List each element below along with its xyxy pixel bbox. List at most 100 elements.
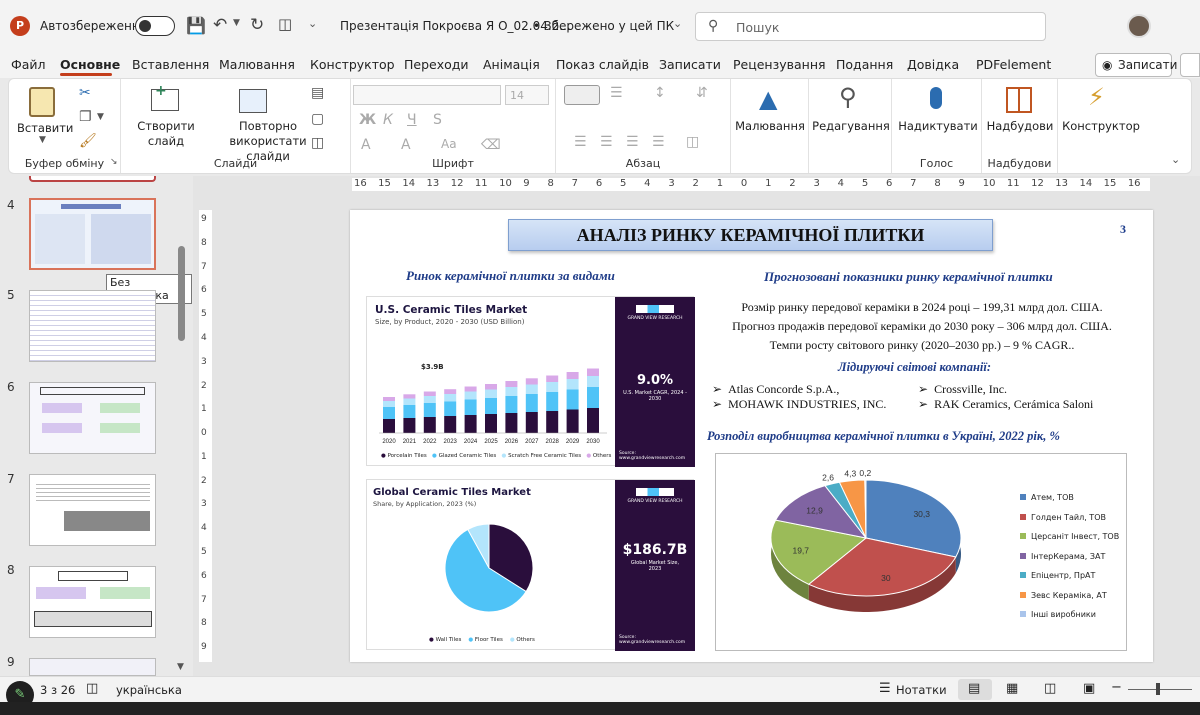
thumbnail-slide-6[interactable] (29, 382, 156, 454)
bar-2020-1 (383, 407, 395, 419)
ruler-tick: 5 (861, 178, 869, 189)
font-size-select[interactable]: 14 (505, 85, 549, 105)
menu-view[interactable]: Подання (836, 57, 893, 72)
text-direction-icon[interactable]: ⇵ (696, 85, 708, 101)
find-icon[interactable]: ⚲ (839, 83, 857, 111)
layout-icon[interactable]: ▤ (311, 85, 324, 101)
font-color-icon[interactable]: A (361, 137, 371, 153)
menu-help[interactable]: Довідка (907, 57, 959, 72)
menu-home[interactable]: Основне (60, 57, 120, 72)
customize-qat-icon[interactable]: ⌄ (308, 17, 317, 30)
align-left-icon[interactable]: ☰ (574, 134, 587, 150)
thumbnail-slide-5[interactable] (29, 290, 156, 362)
scroll-down-icon[interactable]: ▼ (177, 662, 184, 672)
format-painter-icon[interactable]: 🖌 (79, 133, 97, 149)
designer-button[interactable]: Конструктор (1060, 119, 1142, 134)
save-status-chevron-icon[interactable]: ⌄ (673, 17, 682, 30)
align-right-icon[interactable]: ☰ (626, 134, 639, 150)
present-icon[interactable]: ◫ (278, 15, 292, 33)
slide-counter: 3 з 26 (40, 683, 76, 697)
columns-icon[interactable]: ◫ (686, 134, 699, 150)
search-input[interactable]: ⚲ Пошук (695, 12, 1046, 41)
thumbnail-slide-4[interactable] (29, 198, 156, 270)
paste-button[interactable]: Вставити (17, 121, 73, 136)
thumbnail-slide-8[interactable] (29, 566, 156, 638)
menu-file[interactable]: Файл (11, 57, 46, 72)
clipboard-launcher-icon[interactable]: ↘ (110, 157, 118, 167)
menu-slideshow[interactable]: Показ слайдів (556, 57, 649, 72)
slide-sorter-icon[interactable]: ▦ (1006, 681, 1018, 696)
ruler-tick: 4 (837, 178, 844, 189)
font-name-select[interactable] (353, 85, 501, 105)
bar-2020-3 (383, 397, 395, 401)
menu-design[interactable]: Конструктор (310, 57, 395, 72)
slideshow-view-icon[interactable]: ▣ (1083, 681, 1095, 696)
highlight-icon[interactable]: A (401, 137, 411, 153)
avatar[interactable] (1127, 14, 1151, 38)
ribbon-collapse-icon[interactable]: ⌄ (1171, 153, 1180, 166)
cut-icon[interactable]: ✂ (79, 85, 91, 101)
drawing-shapes-icon[interactable]: ▲ (759, 85, 777, 113)
copy-dropdown-icon[interactable]: ▼ (97, 112, 104, 122)
ua-legend-label: ІнтерКерама, ЗАТ (1031, 551, 1106, 561)
drawing-button[interactable]: Малювання (735, 119, 805, 134)
redo-icon[interactable]: ↻ (250, 15, 264, 35)
paste-icon[interactable] (29, 87, 55, 117)
dictate-button[interactable]: Надиктувати (896, 119, 980, 134)
menu-transitions[interactable]: Переходи (404, 57, 469, 72)
section-icon[interactable]: ◫ (311, 135, 324, 151)
bold-icon[interactable]: Ж (359, 112, 376, 128)
bullets-button[interactable] (564, 85, 600, 105)
grand-view-logo-icon-2 (636, 488, 674, 496)
addins-icon[interactable] (1006, 87, 1032, 113)
language-label[interactable]: українська (116, 683, 182, 697)
normal-view-button[interactable]: ▤ (958, 679, 992, 700)
ruler-tick: 11 (474, 178, 488, 189)
new-slide-icon[interactable]: + (151, 83, 179, 111)
ruler-tick: 15 (378, 178, 391, 189)
menu-insert[interactable]: Вставлення (132, 57, 209, 72)
reuse-slides-icon[interactable] (239, 89, 267, 113)
menu-record[interactable]: Записати (659, 57, 721, 72)
reset-icon[interactable]: ▢ (311, 111, 324, 127)
align-center-icon[interactable]: ☰ (600, 134, 613, 150)
thumbnail-slide-9[interactable] (29, 658, 156, 676)
thumbnail-scrollbar[interactable]: ▼ (177, 176, 186, 676)
paste-dropdown-icon[interactable]: ▼ (39, 135, 46, 145)
clear-format-icon[interactable]: ⌫ (481, 137, 501, 153)
spellcheck-icon[interactable]: ◫ (86, 681, 98, 696)
bottom-strip (0, 702, 1200, 715)
undo-icon[interactable]: ↶ (213, 15, 227, 35)
designer-icon[interactable]: ⚡ (1088, 83, 1105, 111)
share-button[interactable] (1180, 53, 1200, 77)
menu-animations[interactable]: Анімація (483, 57, 540, 72)
menu-review[interactable]: Рецензування (733, 57, 826, 72)
line-spacing-icon[interactable]: ↕ (654, 85, 666, 101)
autosave-toggle[interactable] (135, 16, 175, 36)
undo-dropdown-icon[interactable]: ▼ (233, 18, 240, 28)
notes-button[interactable]: Нотатки (896, 683, 947, 697)
menu-pdfelement[interactable]: PDFelement (976, 57, 1051, 72)
save-status[interactable]: • Збережено у цей ПК (533, 19, 674, 33)
addins-button[interactable]: Надбудови (984, 119, 1056, 134)
copy-icon[interactable]: ❐ (79, 109, 92, 125)
new-slide-button[interactable]: Створити слайд (131, 119, 201, 149)
microphone-icon[interactable] (930, 87, 942, 109)
justify-icon[interactable]: ☰ (652, 134, 665, 150)
underline-icon[interactable]: Ч (407, 112, 417, 128)
reading-view-icon[interactable]: ◫ (1044, 681, 1056, 696)
change-case-icon[interactable]: Aa (441, 137, 457, 151)
record-button[interactable]: ◉ Записати (1095, 53, 1177, 77)
editing-button[interactable]: Редагування (811, 119, 891, 134)
strikethrough-icon[interactable]: S (433, 112, 442, 128)
menu-draw[interactable]: Малювання (219, 57, 295, 72)
zoom-out-icon[interactable]: − (1111, 680, 1122, 695)
save-icon[interactable]: 💾 (186, 16, 206, 35)
zoom-slider[interactable] (1128, 683, 1192, 695)
slide-canvas[interactable]: АНАЛІЗ РИНКУ КЕРАМІЧНОЇ ПЛИТКИ 3 Ринок к… (350, 210, 1153, 662)
italic-icon[interactable]: К (383, 112, 393, 128)
numbering-icon[interactable]: ☰ (610, 85, 623, 101)
notes-icon[interactable]: ☰ (879, 681, 891, 696)
slide-title-box[interactable]: АНАЛІЗ РИНКУ КЕРАМІЧНОЇ ПЛИТКИ (508, 219, 993, 251)
thumbnail-slide-7[interactable] (29, 474, 156, 546)
